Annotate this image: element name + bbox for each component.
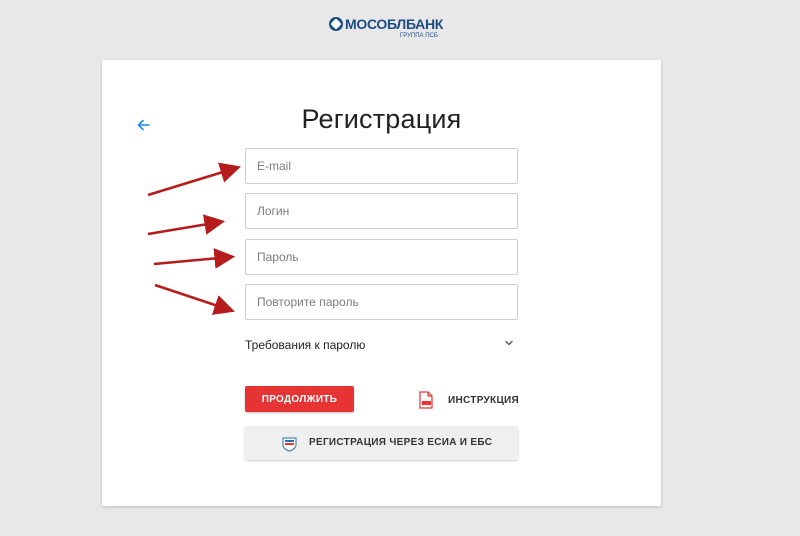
- password-requirements-label: Требования к паролю: [245, 338, 366, 352]
- pdf-file-icon: [419, 391, 433, 409]
- email-input[interactable]: [245, 148, 518, 184]
- logo-subtitle: ГРУППА ПСБ: [400, 33, 438, 39]
- page-title: Регистрация: [301, 104, 462, 134]
- password-requirements-toggle[interactable]: Требования к паролю: [245, 330, 518, 358]
- esia-registration-button[interactable]: РЕГИСТРАЦИЯ ЧЕРЕЗ ЕСИА И ЕБС: [245, 426, 518, 460]
- logo-brand-name: МОСОБЛБАНК: [345, 16, 444, 32]
- continue-button[interactable]: ПРОДОЛЖИТЬ: [245, 386, 354, 412]
- gosuslugi-icon: [282, 437, 297, 452]
- password-input[interactable]: [245, 239, 518, 275]
- login-input[interactable]: [245, 193, 518, 229]
- logo-emblem-icon: [329, 17, 343, 31]
- repeat-password-input[interactable]: [245, 284, 518, 320]
- esia-registration-label: РЕГИСТРАЦИЯ ЧЕРЕЗ ЕСИА И ЕБС: [309, 437, 493, 448]
- chevron-down-icon: [505, 340, 513, 346]
- instruction-link[interactable]: ИНСТРУКЦИЯ: [418, 389, 520, 411]
- instruction-label: ИНСТРУКЦИЯ: [448, 395, 520, 406]
- bank-logo: МОСОБЛБАНК ГРУППА ПСБ: [329, 15, 443, 41]
- registration-card: Регистрация Требования к паролю ПРОДОЛЖИ…: [102, 60, 661, 506]
